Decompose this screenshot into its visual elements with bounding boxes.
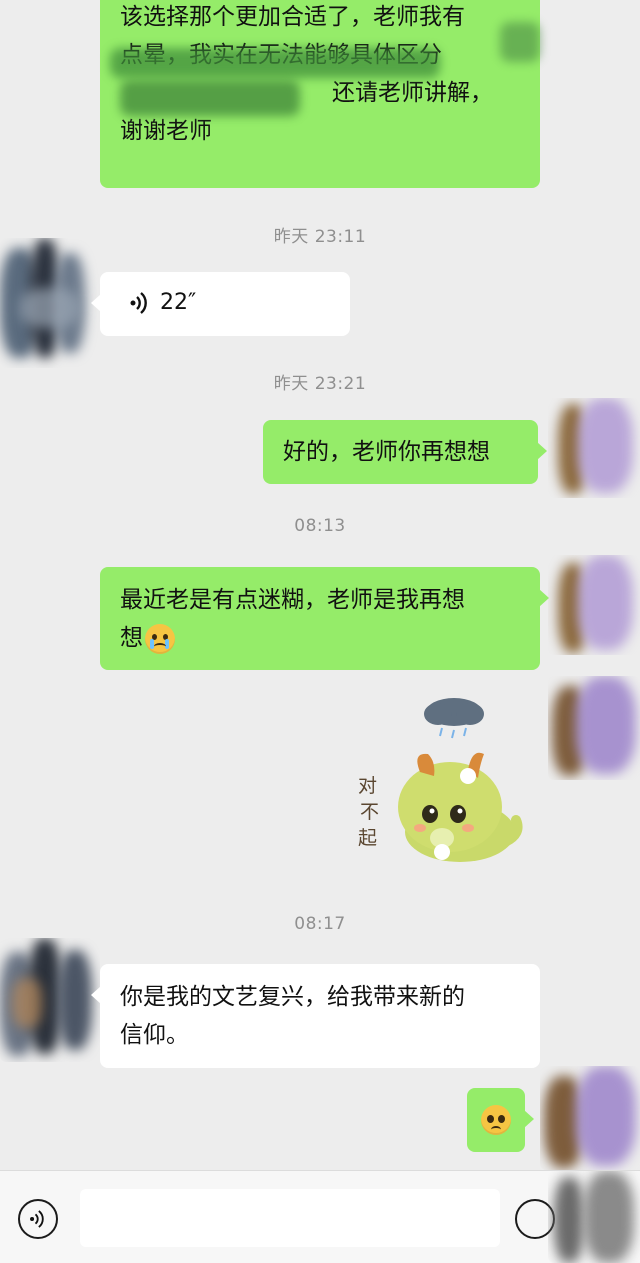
voice-icon <box>30 1210 44 1228</box>
chat-area[interactable]: 该选择那个更加合适了，老师我有 点晕，我实在无法能够具体区分 还请老师讲解， 谢… <box>0 0 640 1170</box>
voice-duration: 22″ <box>160 290 197 315</box>
pleading-face-emoji-icon <box>481 1105 511 1135</box>
sticker-message[interactable]: 对 不 起 <box>350 692 530 882</box>
outgoing-message-bubble[interactable]: 好的，老师你再想想 <box>263 420 547 484</box>
timestamp: 08:17 <box>294 914 346 934</box>
crying-face-emoji-icon <box>145 623 175 654</box>
blurred-overlay <box>548 1171 640 1263</box>
input-toolbar <box>0 1170 640 1263</box>
voice-wave-icon <box>130 292 147 314</box>
redaction-blur <box>110 48 440 78</box>
message-text-line: 最近老是有点迷糊，老师是我再想 <box>120 587 465 613</box>
outgoing-emoji-bubble[interactable] <box>467 1088 534 1152</box>
message-text: 好的，老师你再想想 <box>283 439 490 465</box>
sticker-text-char: 不 <box>360 801 379 823</box>
timestamp: 昨天 23:21 <box>273 374 367 394</box>
redaction-blur <box>120 80 300 116</box>
timestamp: 08:13 <box>294 516 346 536</box>
own-avatar[interactable] <box>540 1066 640 1170</box>
voice-message-bubble[interactable]: 22″ <box>91 272 350 336</box>
message-text-line: 该选择那个更加合适了，老师我有 <box>120 4 465 30</box>
outgoing-message-bubble[interactable]: 最近老是有点迷糊，老师是我再想 想 <box>100 567 549 670</box>
incoming-message-bubble[interactable]: 你是我的文艺复兴，给我带来新的 信仰。 <box>91 964 540 1068</box>
message-text-line: 谢谢老师 <box>120 118 212 144</box>
own-avatar[interactable] <box>548 555 640 655</box>
message-text-line: 你是我的文艺复兴，给我带来新的 <box>120 984 465 1010</box>
outgoing-message-bubble[interactable]: 该选择那个更加合适了，老师我有 点晕，我实在无法能够具体区分 还请老师讲解， 谢… <box>100 0 540 188</box>
sticker-text-char: 起 <box>358 827 377 849</box>
message-text-line-container: 想 <box>120 619 520 657</box>
message-text-line: 想 <box>120 625 143 651</box>
contact-avatar[interactable] <box>0 938 100 1062</box>
message-input[interactable] <box>80 1189 500 1247</box>
contact-avatar[interactable] <box>0 238 100 368</box>
own-avatar[interactable] <box>548 398 640 498</box>
voice-toggle-button[interactable] <box>18 1199 58 1239</box>
sticker-text-char: 对 <box>358 775 377 797</box>
message-text-line: 信仰。 <box>120 1022 189 1048</box>
redaction-blur <box>500 22 540 62</box>
own-avatar[interactable] <box>548 676 640 780</box>
sorry-sticker-icon: 对 不 起 <box>358 698 523 862</box>
